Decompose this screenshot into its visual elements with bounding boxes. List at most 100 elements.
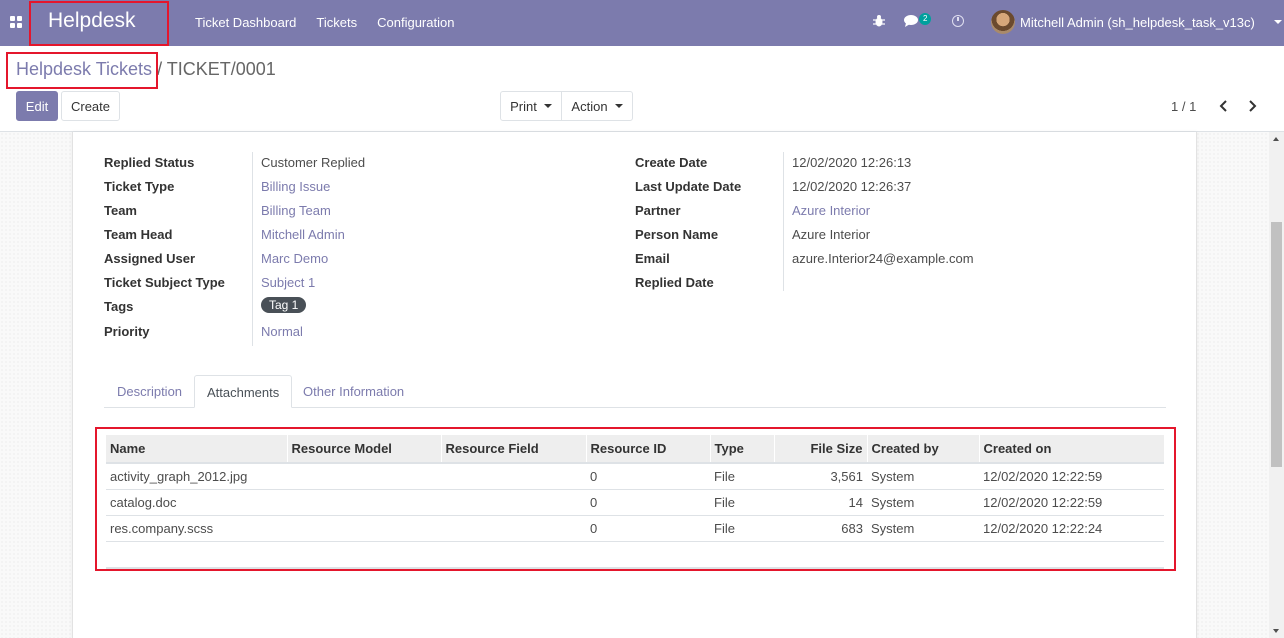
team-head-link[interactable]: Mitchell Admin xyxy=(261,227,345,242)
tab-other-information[interactable]: Other Information xyxy=(291,375,416,408)
cell-resource-model xyxy=(287,515,441,542)
edit-button-label: Edit xyxy=(25,98,49,114)
col-created-on-header[interactable]: Created on xyxy=(978,435,1164,464)
scrollbar-thumb[interactable] xyxy=(1271,222,1282,467)
cell-created-by: System xyxy=(867,463,979,490)
table-row[interactable]: activity_graph_2012.jpg 0 File 3,561 Sys… xyxy=(106,463,1164,490)
main-menu: Ticket Dashboard Tickets Configuration xyxy=(195,15,454,30)
create-date-label: Create Date xyxy=(635,155,708,170)
table-header-row: Name Resource Model Resource Field Resou… xyxy=(106,435,1164,464)
cell-type: File xyxy=(710,489,774,516)
user-caret-down-icon[interactable] xyxy=(1274,20,1282,24)
col-resource-id-header[interactable]: Resource ID xyxy=(585,435,710,464)
action-caret-icon xyxy=(614,104,623,108)
chat-count-badge: 2 xyxy=(919,13,932,25)
cell-file-size: 683 xyxy=(774,515,867,542)
replied-date-label: Replied Date xyxy=(635,275,714,290)
tab-description-label: Description xyxy=(117,384,183,399)
create-button[interactable]: Create xyxy=(61,91,120,121)
pager-previous-icon[interactable] xyxy=(1219,100,1229,112)
partner-link[interactable]: Azure Interior xyxy=(792,203,870,218)
cell-resource-field xyxy=(441,489,586,516)
app-brand[interactable]: Helpdesk xyxy=(48,9,136,33)
cell-resource-model xyxy=(287,489,441,516)
tab-attachments-label: Attachments xyxy=(207,385,280,400)
cell-file-size: 14 xyxy=(774,489,867,516)
print-button-label: Print xyxy=(510,98,537,114)
action-button-label: Action xyxy=(571,98,608,114)
apps-menu-icon[interactable] xyxy=(10,16,22,28)
cell-created-by: System xyxy=(867,515,979,542)
email-value: azure.Interior24@example.com xyxy=(792,251,974,266)
assigned-user-label: Assigned User xyxy=(104,251,196,266)
col-resource-model-header[interactable]: Resource Model xyxy=(286,435,441,464)
tab-description[interactable]: Description xyxy=(105,375,194,408)
user-menu-name[interactable]: Mitchell Admin (sh_helpdesk_task_v13c) xyxy=(1020,15,1255,30)
team-link[interactable]: Billing Team xyxy=(261,203,331,218)
partner-label: Partner xyxy=(635,203,681,218)
scroll-down-arrow-icon[interactable] xyxy=(1273,629,1279,633)
ticket-subject-type-label: Ticket Subject Type xyxy=(104,275,225,290)
chat-messages-icon[interactable] xyxy=(904,14,920,28)
menu-tickets[interactable]: Tickets xyxy=(316,15,357,30)
edit-button[interactable]: Edit xyxy=(16,91,58,121)
col-name-header[interactable]: Name xyxy=(106,435,287,464)
tab-other-information-label: Other Information xyxy=(303,384,405,399)
table-row[interactable]: catalog.doc 0 File 14 System 12/02/2020 … xyxy=(106,489,1164,516)
debug-bug-icon[interactable] xyxy=(873,14,885,28)
cell-created-on: 12/02/2020 12:22:59 xyxy=(979,463,1164,490)
team-label: Team xyxy=(104,203,137,218)
breadcrumb-current: TICKET/0001 xyxy=(166,59,276,79)
activity-clock-icon[interactable] xyxy=(952,15,964,27)
col-resource-field-header[interactable]: Resource Field xyxy=(440,435,586,464)
replied-status-value: Customer Replied xyxy=(261,155,366,170)
pager-next-icon[interactable] xyxy=(1247,100,1257,112)
cell-created-on: 12/02/2020 12:22:59 xyxy=(979,489,1164,516)
ticket-subject-type-link[interactable]: Subject 1 xyxy=(261,275,315,290)
cell-resource-model xyxy=(287,463,441,490)
cell-file-size: 3,561 xyxy=(774,463,867,490)
cell-resource-id: 0 xyxy=(586,463,710,490)
table-row[interactable]: res.company.scss 0 File 683 System 12/02… xyxy=(106,515,1164,542)
action-dropdown-button[interactable]: Action xyxy=(561,91,633,121)
create-date-value: 12/02/2020 12:26:13 xyxy=(792,155,912,170)
user-avatar[interactable] xyxy=(991,10,1015,34)
team-head-label: Team Head xyxy=(104,227,173,242)
ticket-type-link[interactable]: Billing Issue xyxy=(261,179,330,194)
email-label: Email xyxy=(635,251,670,266)
ticket-type-label: Ticket Type xyxy=(104,179,175,194)
create-button-label: Create xyxy=(70,98,111,114)
priority-label: Priority xyxy=(104,324,150,339)
col-type-header[interactable]: Type xyxy=(709,435,774,464)
priority-link[interactable]: Normal xyxy=(261,324,303,339)
last-update-date-value: 12/02/2020 12:26:37 xyxy=(792,179,912,194)
vertical-scrollbar[interactable] xyxy=(1269,132,1284,638)
right-group-separator xyxy=(783,152,784,291)
print-dropdown-button[interactable]: Print xyxy=(500,91,562,121)
cell-created-by: System xyxy=(867,489,979,516)
tag-pill[interactable]: Tag 1 xyxy=(261,297,307,313)
cell-name: res.company.scss xyxy=(106,515,287,542)
cell-name: activity_graph_2012.jpg xyxy=(106,463,287,490)
menu-configuration[interactable]: Configuration xyxy=(377,15,454,30)
breadcrumb-highlight-box xyxy=(6,52,158,89)
cell-created-on: 12/02/2020 12:22:24 xyxy=(979,515,1164,542)
menu-ticket-dashboard[interactable]: Ticket Dashboard xyxy=(195,15,296,30)
pager-value[interactable]: 1 / 1 xyxy=(1171,99,1196,114)
cell-resource-id: 0 xyxy=(586,515,710,542)
tab-attachments[interactable]: Attachments xyxy=(194,375,293,408)
scroll-up-arrow-icon[interactable] xyxy=(1273,137,1279,141)
person-name-label: Person Name xyxy=(635,227,719,242)
assigned-user-link[interactable]: Marc Demo xyxy=(261,251,328,266)
cell-type: File xyxy=(710,515,774,542)
last-update-date-label: Last Update Date xyxy=(635,179,742,194)
cell-resource-field xyxy=(441,463,586,490)
col-created-by-header[interactable]: Created by xyxy=(866,435,979,464)
cell-name: catalog.doc xyxy=(106,489,287,516)
tags-label: Tags xyxy=(104,299,134,314)
cell-resource-id: 0 xyxy=(586,489,710,516)
replied-status-label: Replied Status xyxy=(104,155,195,170)
person-name-value: Azure Interior xyxy=(792,227,871,242)
col-file-size-header[interactable]: File Size xyxy=(773,435,867,464)
cell-type: File xyxy=(710,463,774,490)
